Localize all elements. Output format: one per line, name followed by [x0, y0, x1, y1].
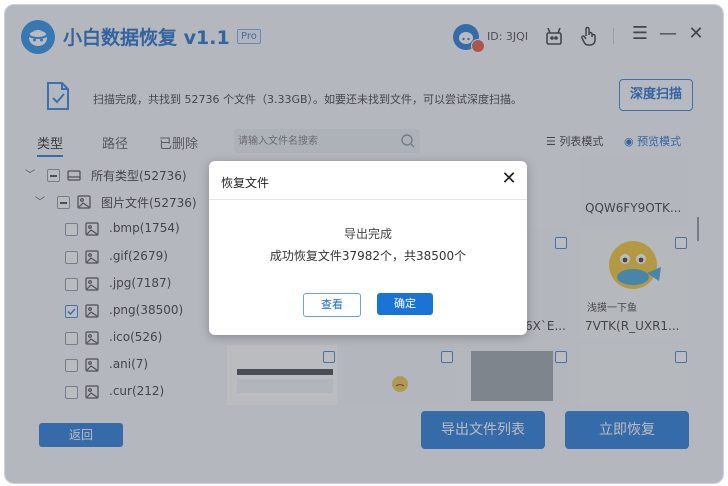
confirm-button[interactable]: 确定	[377, 293, 433, 315]
dialog-close-icon[interactable]: ✕	[499, 169, 519, 189]
dialog-message-status: 导出完成	[343, 227, 392, 241]
app-window: 小白数据恢复 v1.1 Pro ID: 3JQI ☰ — ✕ 扫描完成，共找到 …	[4, 4, 724, 484]
dialog-message-result: 成功恢复文件37982个，共38500个	[269, 249, 467, 263]
recover-files-dialog: 恢复文件 ✕ 导出完成 成功恢复文件37982个，共38500个 查看 确定	[209, 161, 527, 335]
dialog-title: 恢复文件	[221, 176, 270, 190]
view-button[interactable]: 查看	[303, 293, 361, 317]
dialog-divider	[209, 199, 527, 200]
